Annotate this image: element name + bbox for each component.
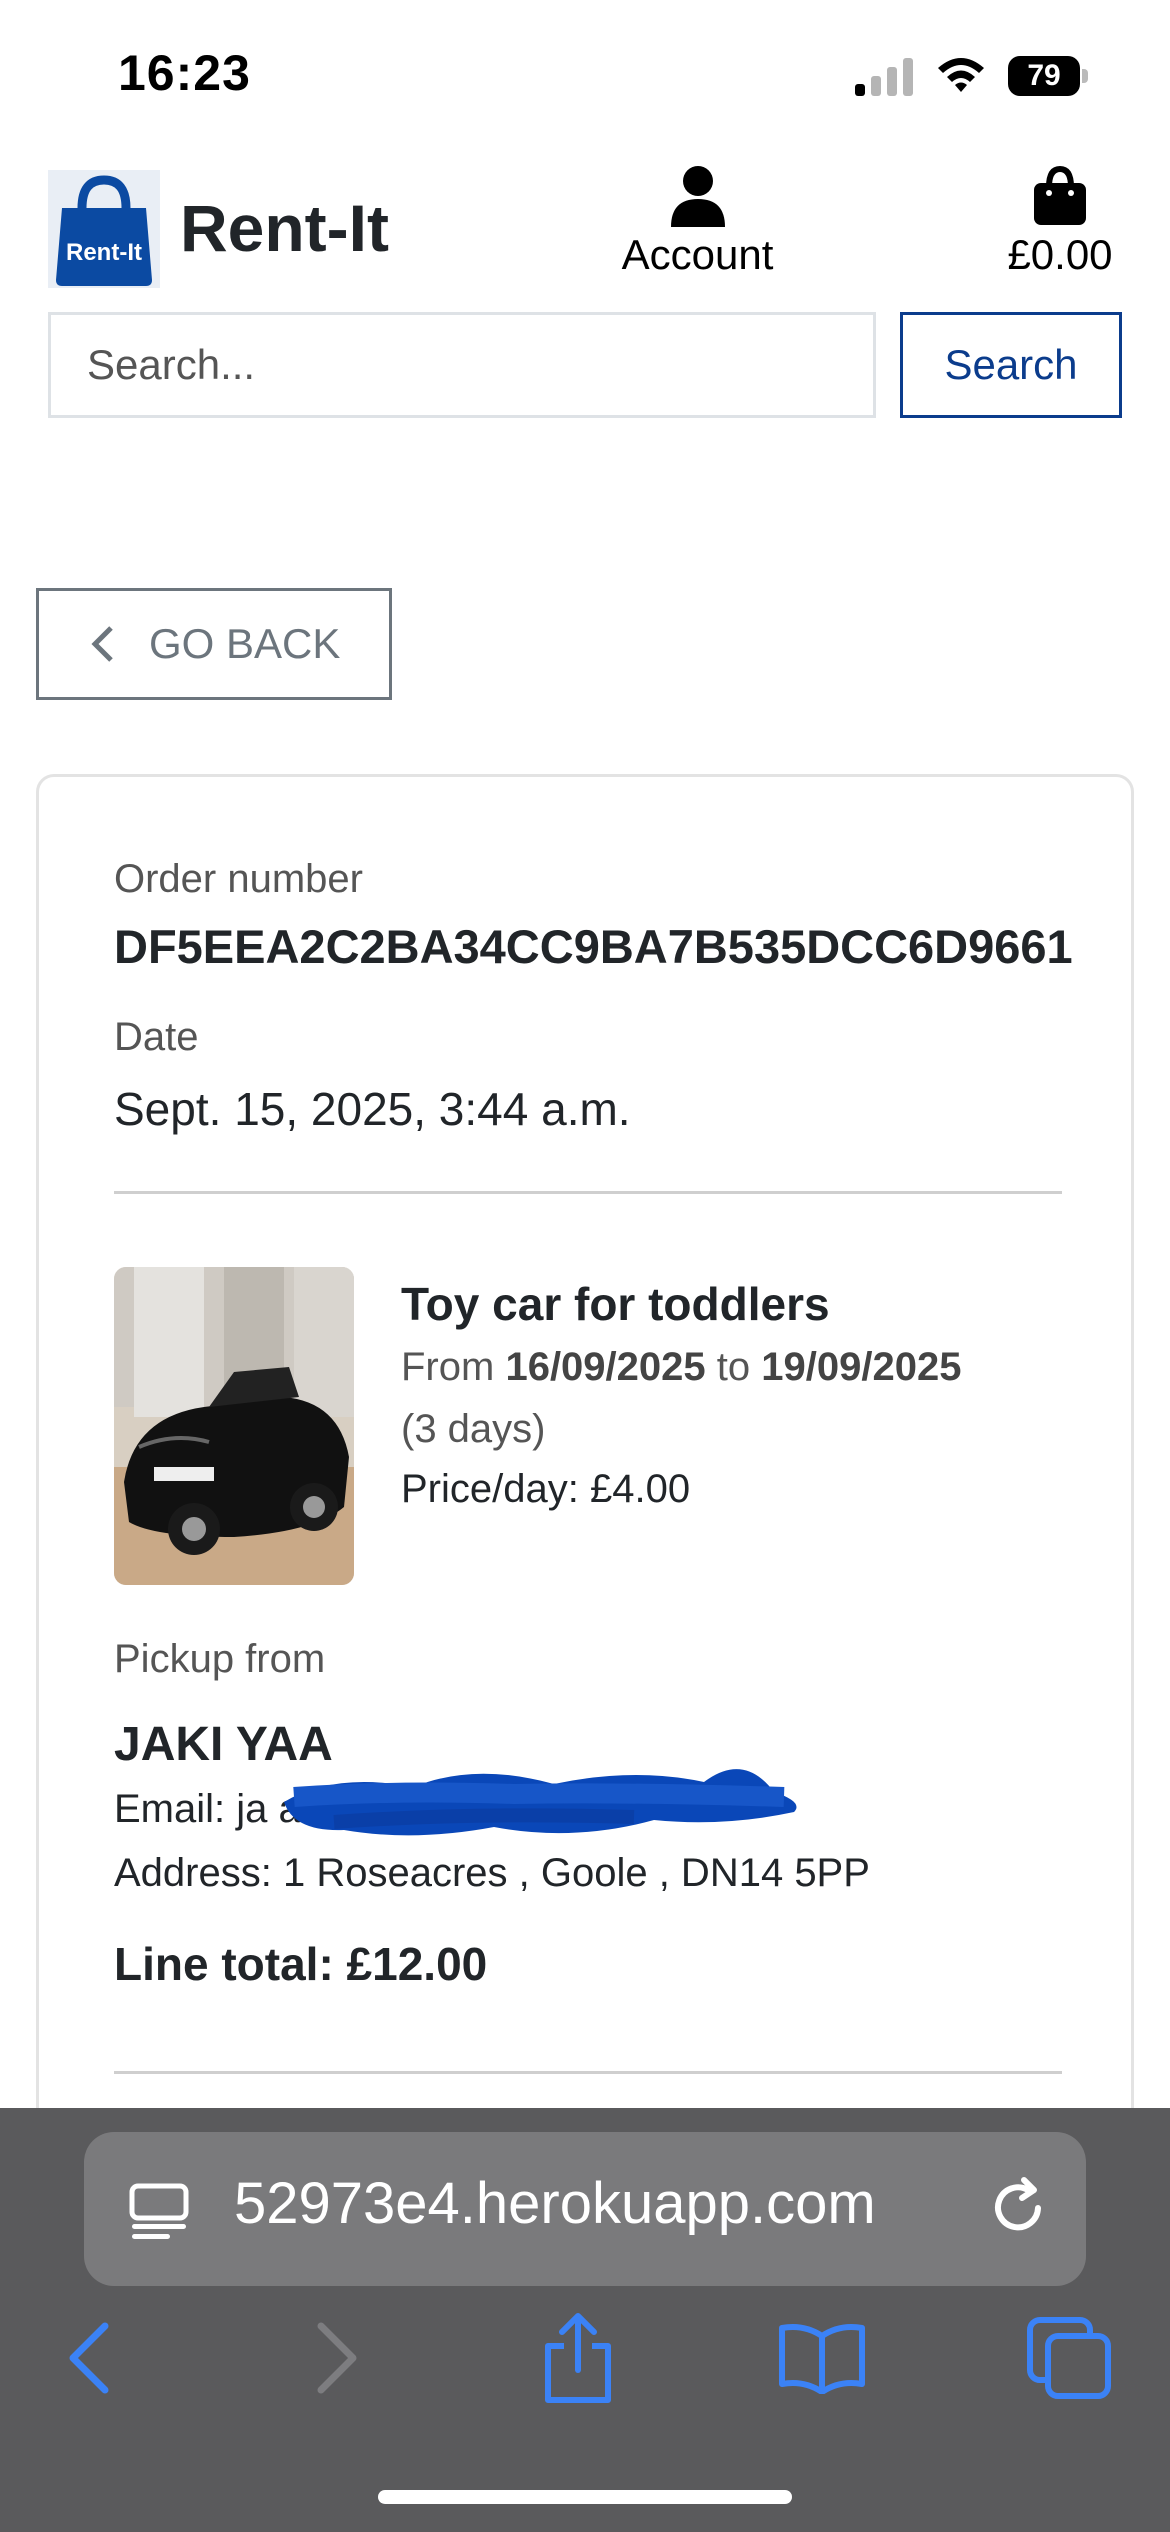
rental-period: From 16/09/2025 to 19/09/2025 bbox=[401, 1345, 962, 1389]
go-back-button[interactable]: GO BACK bbox=[36, 588, 392, 700]
forward-button[interactable] bbox=[288, 2308, 388, 2408]
order-date: Sept. 15, 2025, 3:44 a.m. bbox=[114, 1083, 631, 1135]
cart-total: £0.00 bbox=[1007, 231, 1113, 278]
share-icon bbox=[545, 2313, 611, 2403]
account-link[interactable]: Account bbox=[610, 165, 785, 295]
search-button[interactable]: Search bbox=[900, 312, 1122, 418]
forward-icon bbox=[317, 2322, 357, 2394]
browser-toolbar: 52973e4.herokuapp.com bbox=[0, 2108, 1170, 2532]
status-time: 16:23 bbox=[118, 45, 251, 101]
svg-text:Rent-It: Rent-It bbox=[66, 239, 142, 266]
address-bar[interactable]: 52973e4.herokuapp.com bbox=[84, 2132, 1086, 2286]
search-input[interactable] bbox=[48, 312, 876, 418]
back-button[interactable] bbox=[38, 2308, 138, 2408]
from-date: 16/09/2025 bbox=[505, 1345, 706, 1389]
battery-icon: 79 bbox=[1008, 56, 1088, 96]
line-total: Line total: £12.00 bbox=[114, 1938, 488, 1990]
reload-icon[interactable] bbox=[984, 2174, 1052, 2242]
cellular-signal-icon bbox=[855, 58, 913, 96]
go-back-label: GO BACK bbox=[149, 620, 341, 667]
shopping-bag-logo-icon: Rent-It bbox=[48, 170, 160, 288]
url-text: 52973e4.herokuapp.com bbox=[234, 2171, 876, 2236]
cart-link[interactable]: £0.00 bbox=[990, 165, 1130, 295]
rental-duration: (3 days) bbox=[401, 1407, 546, 1451]
bookmarks-icon bbox=[779, 2324, 865, 2394]
user-icon bbox=[670, 166, 725, 227]
order-number-label: Order number bbox=[114, 857, 363, 901]
date-label: Date bbox=[114, 1015, 199, 1059]
shopping-bag-icon bbox=[1034, 165, 1086, 225]
divider bbox=[114, 2071, 1062, 2074]
pickup-label: Pickup from bbox=[114, 1637, 326, 1681]
product-image[interactable] bbox=[114, 1267, 354, 1585]
order-card: Order number DF5EEA2C2BA34CC9BA7B535DCC6… bbox=[36, 774, 1134, 2234]
battery-level: 79 bbox=[1008, 56, 1080, 96]
item-title[interactable]: Toy car for toddlers bbox=[401, 1277, 830, 1331]
pickup-address: Address: 1 Roseacres , Goole , DN14 5PP bbox=[114, 1851, 870, 1895]
account-label: Account bbox=[621, 231, 774, 278]
tabs-icon bbox=[1027, 2317, 1111, 2399]
home-indicator[interactable] bbox=[378, 2490, 792, 2504]
chevron-left-icon bbox=[91, 626, 113, 662]
status-bar: 16:23 79 bbox=[0, 0, 1170, 150]
logo[interactable]: Rent-It bbox=[48, 170, 160, 288]
bookmarks-button[interactable] bbox=[772, 2308, 872, 2408]
page-menu-icon[interactable] bbox=[128, 2180, 190, 2242]
redaction-scribble bbox=[284, 1769, 797, 1836]
price-per-day: Price/day: £4.00 bbox=[401, 1467, 691, 1511]
to-date: 19/09/2025 bbox=[761, 1345, 962, 1389]
toy-car-photo bbox=[114, 1267, 354, 1585]
tabs-button[interactable] bbox=[1020, 2308, 1120, 2408]
wifi-icon bbox=[938, 58, 984, 92]
divider bbox=[114, 1191, 1062, 1194]
order-number: DF5EEA2C2BA34CC9BA7B535DCC6D9661 bbox=[114, 920, 1073, 973]
back-icon bbox=[69, 2322, 109, 2394]
brand-name[interactable]: Rent-It bbox=[180, 190, 389, 266]
share-button[interactable] bbox=[528, 2308, 628, 2408]
